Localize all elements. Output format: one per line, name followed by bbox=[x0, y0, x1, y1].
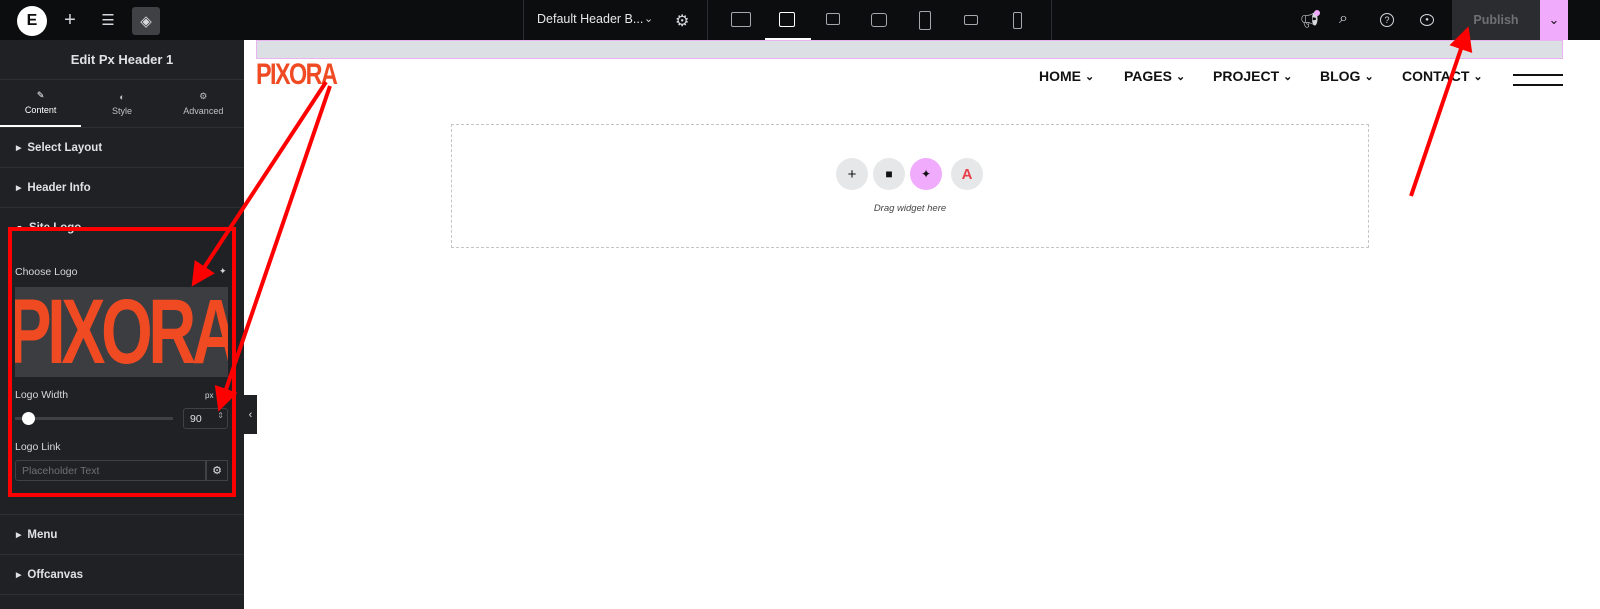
arrow-to-width bbox=[214, 85, 332, 412]
highlight-box bbox=[8, 227, 236, 497]
arrow-to-logo bbox=[191, 80, 328, 287]
arrow-to-publish bbox=[1409, 26, 1473, 197]
annotation-overlay bbox=[8, 26, 1473, 497]
